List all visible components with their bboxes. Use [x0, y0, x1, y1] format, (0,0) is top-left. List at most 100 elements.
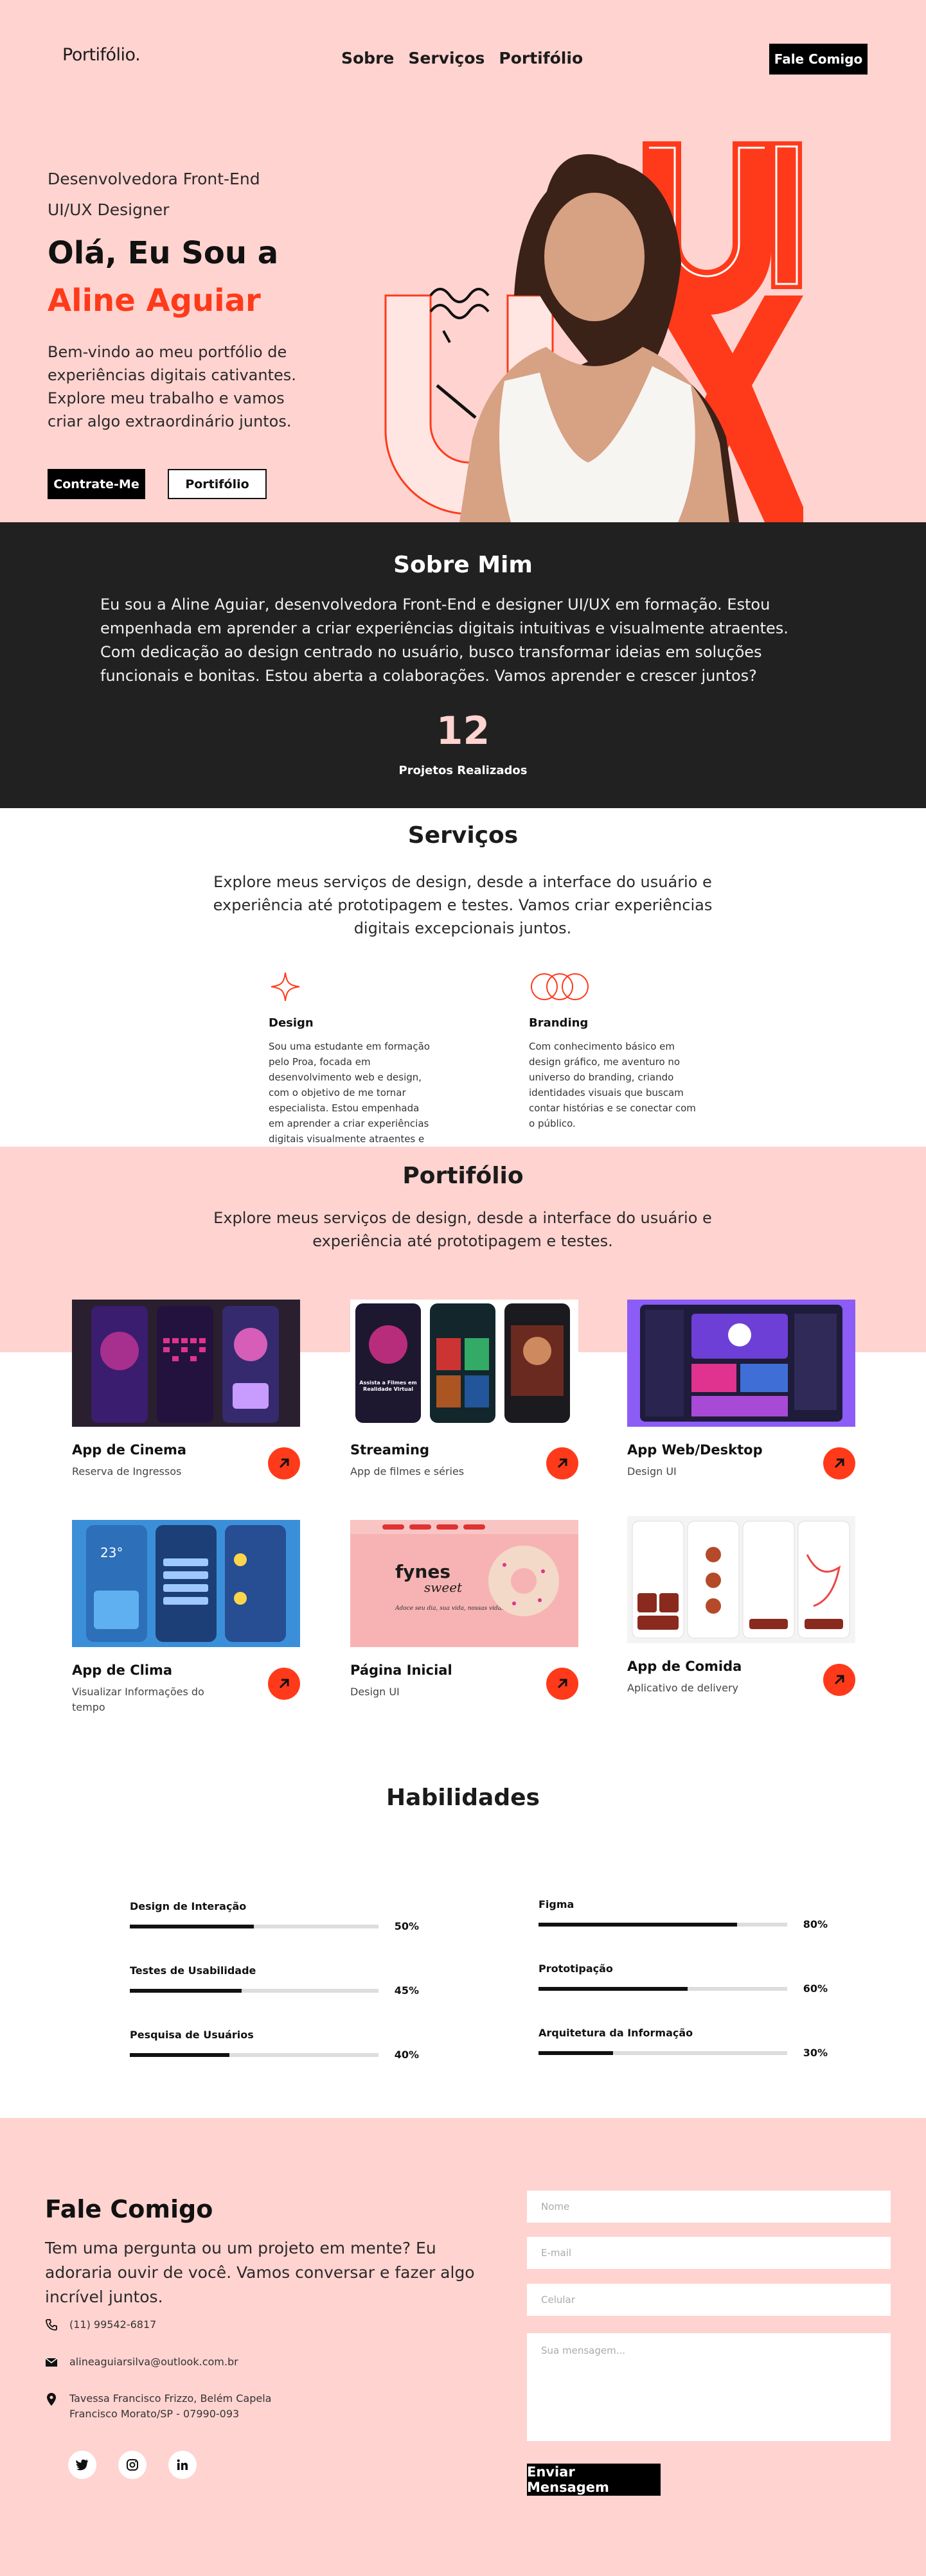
streaming-banner-text: Assista a Filmes em: [359, 1380, 416, 1386]
portfolio-card-cinema[interactable]: App de Cinema Reserva de Ingressos: [72, 1300, 300, 1479]
project-subtitle: Aplicativo de delivery: [627, 1682, 738, 1694]
portfolio-card-weather[interactable]: 23° App de Clima Visualizar Informações …: [72, 1520, 300, 1715]
project-subtitle: Reserva de Ingressos: [72, 1465, 182, 1478]
skill-percent: 60%: [803, 1982, 828, 1995]
landing-tagline-text: Adoce seu dia, sua vida, nossas vidas!: [395, 1605, 507, 1612]
skill-name: Prototipação: [539, 1963, 613, 1975]
portfolio-card-landing[interactable]: fynes sweet Adoce seu dia, sua vida, nos…: [350, 1520, 578, 1700]
about-section: Sobre Mim Eu sou a Aline Aguiar, desenvo…: [0, 522, 926, 808]
skill-item: Prototipação 60%: [539, 1963, 828, 1995]
main-nav: Sobre Serviços Portifólio: [341, 49, 583, 67]
skill-bar: [130, 1988, 378, 1993]
portfolio-card-web-desktop[interactable]: App Web/Desktop Design UI: [627, 1300, 855, 1479]
service-card-branding: Branding Com conhecimento básico em desi…: [529, 970, 696, 1131]
portfolio-card-food[interactable]: App de Comida Aplicativo de delivery: [627, 1516, 855, 1696]
email-text: alineaguiarsilva@outlook.com.br: [69, 2356, 238, 2368]
skill-bar: [539, 1922, 787, 1927]
portfolio-button[interactable]: Portifólio: [168, 469, 267, 499]
hero-description: Bem-vindo ao meu portfólio de experiênci…: [48, 343, 296, 430]
contact-address: Tavessa Francisco Frizzo, Belém Capela F…: [45, 2391, 271, 2422]
rings-icon: [529, 970, 696, 1003]
hero-illustration: [384, 141, 803, 522]
skill-percent: 30%: [803, 2047, 828, 2059]
sparkle-icon: [269, 970, 436, 1003]
skill-percent: 45%: [394, 1984, 419, 1997]
project-thumbnail[interactable]: Assista a Filmes em Realidade Virtual: [350, 1300, 578, 1427]
project-subtitle: Design UI: [350, 1686, 400, 1698]
landing-brand2-text: sweet: [424, 1580, 463, 1595]
phone-text: (11) 99542-6817: [69, 2318, 157, 2331]
project-thumbnail[interactable]: fynes sweet Adoce seu dia, sua vida, nos…: [350, 1520, 578, 1647]
skills-title: Habilidades: [386, 1785, 540, 1811]
contact-phone[interactable]: (11) 99542-6817: [45, 2317, 156, 2333]
portfolio-title: Portifólio: [402, 1163, 524, 1189]
hire-me-button[interactable]: Contrate-Me: [48, 469, 145, 499]
portfolio-card-streaming[interactable]: Assista a Filmes em Realidade Virtual St…: [350, 1300, 578, 1479]
portfolio-description: Explore meus serviços de design, desde a…: [213, 1209, 712, 1250]
address-line1: Tavessa Francisco Frizzo, Belém Capela: [69, 2392, 272, 2404]
contact-intro: Tem uma pergunta ou um projeto em mente?…: [45, 2239, 475, 2306]
project-subtitle: App de filmes e séries: [350, 1465, 465, 1478]
contact-title: Fale Comigo: [45, 2195, 213, 2223]
services-title: Serviços: [407, 822, 519, 849]
skill-name: Arquitetura da Informação: [539, 2027, 693, 2039]
skill-item: Arquitetura da Informação 30%: [539, 2027, 828, 2059]
email-field[interactable]: [527, 2237, 891, 2269]
nav-link-portfolio[interactable]: Portifólio: [499, 49, 583, 67]
project-title: Página Inicial: [350, 1663, 452, 1678]
twitter-icon[interactable]: [68, 2451, 96, 2479]
site-logo[interactable]: Portifólio.: [62, 45, 141, 65]
svg-text:Realidade Virtual: Realidade Virtual: [363, 1386, 413, 1392]
location-pin-icon: [47, 2393, 56, 2406]
contact-email[interactable]: alineaguiarsilva@outlook.com.br: [45, 2354, 238, 2370]
hero-section: Portifólio. Sobre Serviços Portifólio Fa…: [0, 0, 926, 522]
nav-link-sobre[interactable]: Sobre: [341, 49, 394, 67]
project-thumbnail[interactable]: [627, 1300, 855, 1427]
about-title: Sobre Mim: [393, 552, 533, 578]
hero-name: Aline Aguiar: [48, 283, 261, 319]
mail-icon: [45, 2358, 58, 2367]
arrow-up-right-icon[interactable]: [268, 1447, 300, 1479]
arrow-up-right-icon[interactable]: [823, 1664, 855, 1696]
send-message-button[interactable]: Enviar Mensagem: [527, 2464, 661, 2496]
skill-item: Design de Interação 50%: [130, 1900, 419, 1932]
address-line2: Francisco Morato/SP - 07990-093: [69, 2408, 240, 2420]
skill-item: Figma 80%: [539, 1898, 828, 1930]
project-subtitle: Visualizar Informações do tempo: [72, 1686, 204, 1713]
arrow-up-right-icon[interactable]: [268, 1668, 300, 1700]
project-title: App de Cinema: [72, 1442, 187, 1458]
skill-name: Testes de Usabilidade: [130, 1964, 256, 1977]
skill-item: Testes de Usabilidade 45%: [130, 1964, 419, 1997]
phone-icon: [46, 2319, 57, 2331]
hero-role-line1: Desenvolvedora Front-End: [48, 170, 260, 188]
skill-percent: 50%: [394, 1920, 419, 1932]
contact-nav-button[interactable]: Fale Comigo: [769, 44, 868, 75]
project-title: App de Clima: [72, 1663, 173, 1678]
skill-name: Design de Interação: [130, 1900, 247, 1912]
skill-item: Pesquisa de Usuários 40%: [130, 2029, 419, 2061]
skill-bar: [539, 1986, 787, 1991]
service-title: Branding: [529, 1016, 589, 1030]
service-card-design: Design Sou uma estudante em formação pel…: [269, 970, 436, 1162]
message-field[interactable]: [527, 2333, 891, 2441]
instagram-icon[interactable]: [118, 2451, 147, 2479]
skill-bar: [539, 2051, 787, 2055]
project-title: Streaming: [350, 1442, 429, 1458]
linkedin-icon[interactable]: [168, 2451, 197, 2479]
service-title: Design: [269, 1016, 314, 1030]
service-text: Com conhecimento básico em design gráfic…: [529, 1041, 696, 1129]
name-field[interactable]: [527, 2191, 891, 2223]
arrow-up-right-icon[interactable]: [546, 1447, 578, 1479]
hero-role-line2: UI/UX Designer: [48, 200, 170, 219]
projects-label: Projetos Realizados: [398, 764, 528, 777]
arrow-up-right-icon[interactable]: [546, 1668, 578, 1700]
project-thumbnail[interactable]: [627, 1516, 855, 1643]
skill-name: Figma: [539, 1898, 574, 1910]
arrow-up-right-icon[interactable]: [823, 1447, 855, 1479]
project-thumbnail[interactable]: 23°: [72, 1520, 300, 1647]
nav-link-servicos[interactable]: Serviços: [408, 49, 485, 67]
skill-bar: [130, 2052, 378, 2057]
phone-field[interactable]: [527, 2284, 891, 2316]
project-thumbnail[interactable]: [72, 1300, 300, 1427]
hero-greeting: Olá, Eu Sou a: [48, 235, 279, 271]
